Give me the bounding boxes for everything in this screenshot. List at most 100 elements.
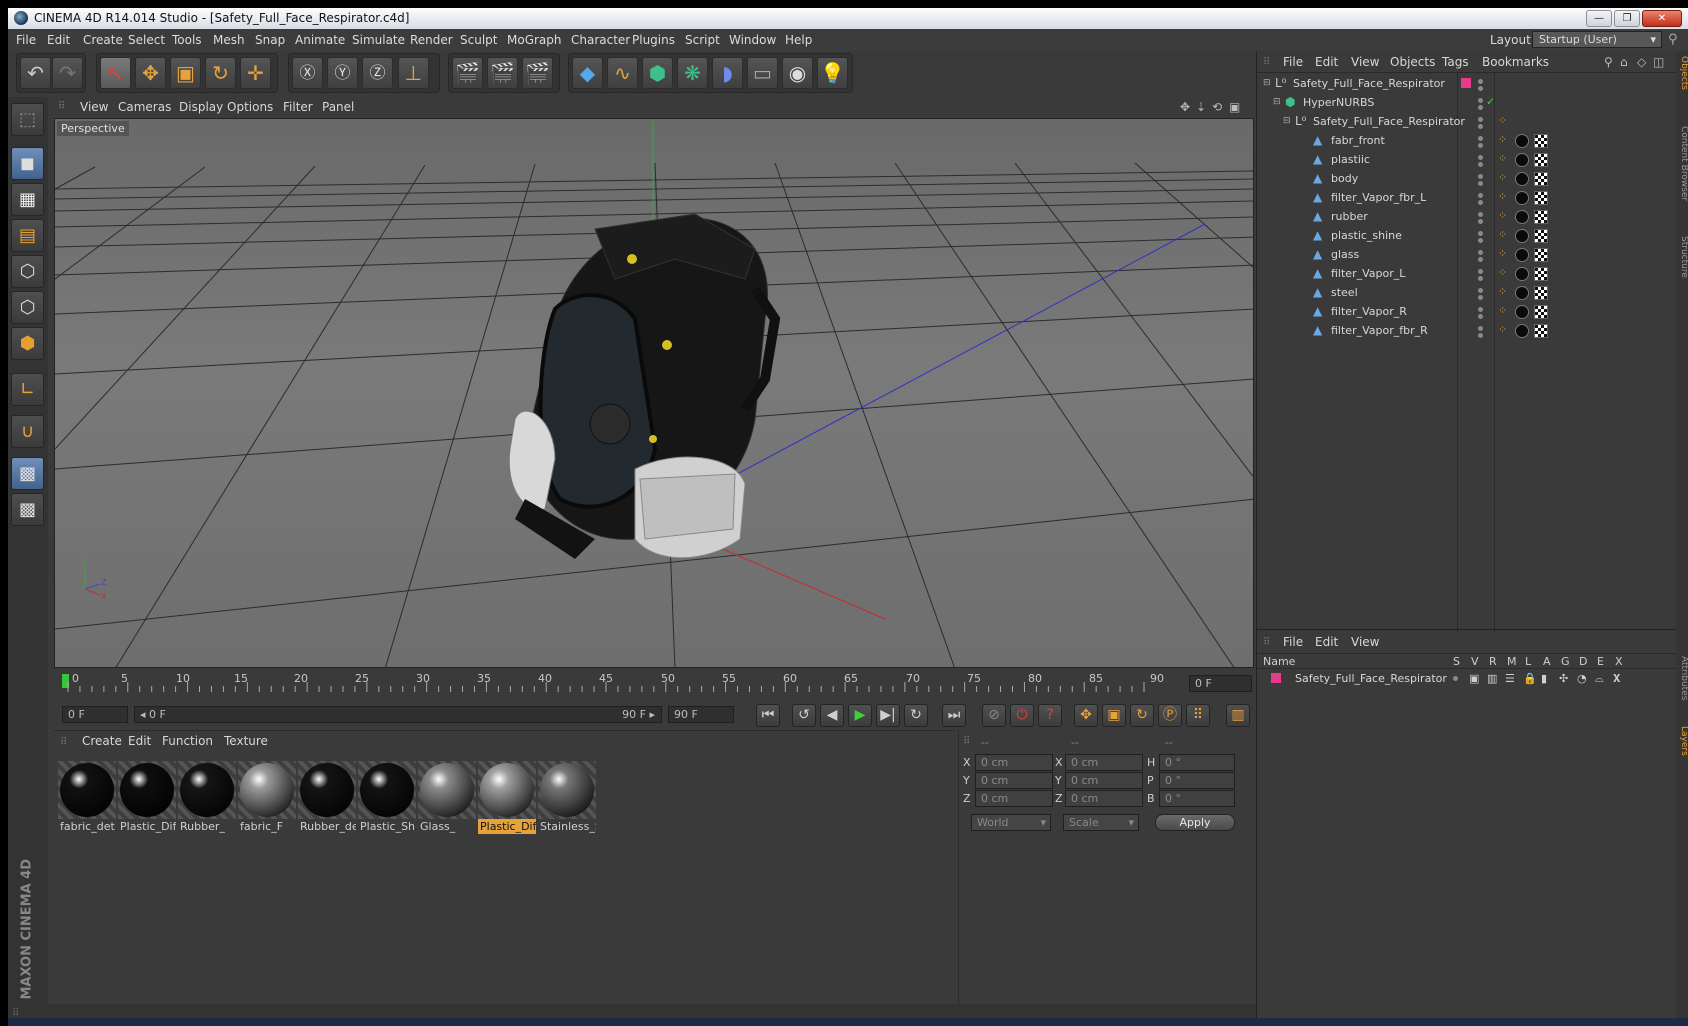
- previous-frame-icon[interactable]: ◀: [820, 704, 844, 727]
- deformers-icon[interactable]: ◔: [1577, 672, 1587, 685]
- render-settings-icon[interactable]: 🎬: [522, 57, 553, 89]
- pan-icon[interactable]: ✥: [1180, 97, 1190, 117]
- rotation-field[interactable]: 0 °: [1159, 772, 1235, 789]
- tab-structure[interactable]: Structure: [1679, 236, 1688, 296]
- menu-window[interactable]: Window: [729, 29, 776, 51]
- material-tag-icon[interactable]: [1515, 210, 1529, 224]
- x-axis-icon[interactable]: Ⓧ: [292, 57, 323, 89]
- material-thumbnail[interactable]: Plastic_Shi: [358, 761, 416, 837]
- editor-visibility-dot[interactable]: [1478, 231, 1483, 236]
- mograph-cloner-icon[interactable]: ❋: [677, 57, 708, 89]
- material-tag-icon[interactable]: [1515, 229, 1529, 243]
- material-thumbnail[interactable]: Plastic_Diff: [118, 761, 176, 837]
- material-tag-icon[interactable]: [1515, 286, 1529, 300]
- material-tag-icon[interactable]: [1515, 324, 1529, 338]
- phong-tag-icon[interactable]: ⁘: [1498, 133, 1507, 146]
- key-scale-icon[interactable]: ▣: [1102, 704, 1126, 727]
- generators-icon[interactable]: ✣: [1559, 672, 1568, 685]
- start-frame-field[interactable]: 0 F: [62, 706, 128, 723]
- points-mode-icon[interactable]: ⬡: [11, 255, 44, 288]
- editor-visibility-dot[interactable]: [1478, 288, 1483, 293]
- object-tree-row[interactable]: ▲ steel ⁘: [1257, 284, 1677, 303]
- menu-script[interactable]: Script: [685, 29, 720, 51]
- close-icon[interactable]: ✕: [1642, 10, 1682, 27]
- end-frame-field[interactable]: 90 F: [668, 706, 734, 723]
- xref-icon[interactable]: 𝐗: [1613, 672, 1620, 686]
- layout-select[interactable]: Startup (User) ▾: [1532, 31, 1662, 48]
- menu-edit[interactable]: Edit: [47, 29, 70, 51]
- uvw-tag-icon[interactable]: [1534, 191, 1548, 205]
- phong-tag-icon[interactable]: ⁘: [1498, 323, 1507, 336]
- slider-right-arrow-icon[interactable]: ▸: [649, 708, 655, 721]
- editor-visibility-dot[interactable]: [1478, 269, 1483, 274]
- render-visibility-dot[interactable]: [1478, 257, 1483, 262]
- editor-visibility-dot[interactable]: [1478, 326, 1483, 331]
- phong-tag-icon[interactable]: ⁘: [1498, 247, 1507, 260]
- phong-tag-icon[interactable]: ⁘: [1498, 266, 1507, 279]
- camera-icon[interactable]: ◉: [782, 57, 813, 89]
- key-parameter-icon[interactable]: Ⓟ: [1158, 704, 1182, 727]
- layer-color-swatch[interactable]: [1461, 78, 1471, 88]
- axis-mode-icon[interactable]: ∟: [11, 373, 44, 406]
- uvw-tag-icon[interactable]: [1534, 210, 1548, 224]
- editor-visibility-dot[interactable]: [1478, 155, 1483, 160]
- viewport-menu-panel[interactable]: Panel: [322, 97, 354, 117]
- object-tree-row[interactable]: ▲ filter_Vapor_R ⁘: [1257, 303, 1677, 322]
- uvw-tag-icon[interactable]: [1534, 286, 1548, 300]
- coordinate-space-select[interactable]: World ▾: [971, 814, 1051, 831]
- slider-left-arrow-icon[interactable]: ◂: [140, 708, 146, 721]
- key-pla-icon[interactable]: ⠿: [1186, 704, 1210, 727]
- uvw-tag-icon[interactable]: [1534, 324, 1548, 338]
- layer-menu-file[interactable]: File: [1283, 632, 1303, 652]
- render-visibility-dot[interactable]: [1478, 105, 1483, 110]
- key-position-icon[interactable]: ✥: [1074, 704, 1098, 727]
- make-editable-icon[interactable]: ⬚: [11, 103, 44, 136]
- enabled-check-icon[interactable]: ✓: [1486, 95, 1495, 108]
- position-field[interactable]: 0 cm: [975, 790, 1053, 807]
- uvw-tag-icon[interactable]: [1534, 153, 1548, 167]
- phong-tag-icon[interactable]: ⁘: [1498, 228, 1507, 241]
- undo-icon[interactable]: ↶: [20, 57, 51, 89]
- new-view-icon[interactable]: ◫: [1653, 52, 1664, 72]
- planar-workplane-icon[interactable]: ▩: [11, 493, 44, 526]
- obj-menu-objects[interactable]: Objects: [1390, 52, 1435, 72]
- lock-icon[interactable]: 🔒: [1523, 672, 1537, 685]
- model-mode-icon[interactable]: ◼: [11, 147, 44, 180]
- menu-snap[interactable]: Snap: [255, 29, 285, 51]
- menu-select[interactable]: Select: [128, 29, 165, 51]
- snap-icon[interactable]: ∪: [11, 415, 44, 448]
- z-axis-icon[interactable]: Ⓩ: [362, 57, 393, 89]
- search-icon[interactable]: ⚲: [1604, 52, 1613, 72]
- orbit-icon[interactable]: ⟲: [1212, 97, 1222, 117]
- position-field[interactable]: 0 cm: [975, 754, 1053, 771]
- object-tree-row[interactable]: ▲ filter_Vapor_fbr_R ⁘: [1257, 322, 1677, 341]
- layer-col-l[interactable]: L: [1525, 655, 1531, 668]
- live-selection-icon[interactable]: ↖: [100, 57, 131, 89]
- obj-menu-edit[interactable]: Edit: [1315, 52, 1338, 72]
- move-icon[interactable]: ✥: [135, 57, 166, 89]
- search-icon[interactable]: ⚲: [1668, 32, 1678, 47]
- layer-col-g[interactable]: G: [1561, 655, 1570, 668]
- material-tag-icon[interactable]: [1515, 172, 1529, 186]
- menu-mograph[interactable]: MoGraph: [507, 29, 562, 51]
- layer-col-s[interactable]: S: [1453, 655, 1460, 668]
- collapse-icon[interactable]: ◇: [1637, 52, 1646, 72]
- render-picture-viewer-icon[interactable]: 🎬: [487, 57, 518, 89]
- obj-menu-view[interactable]: View: [1351, 52, 1379, 72]
- floor-icon[interactable]: ▭: [747, 57, 778, 89]
- editor-visibility-dot[interactable]: [1478, 212, 1483, 217]
- object-tree-row[interactable]: ▲ filter_Vapor_fbr_L ⁘: [1257, 189, 1677, 208]
- material-thumbnail[interactable]: fabric_det: [58, 761, 116, 837]
- restore-icon[interactable]: ❐: [1614, 10, 1640, 27]
- object-tree-row[interactable]: ▲ rubber ⁘: [1257, 208, 1677, 227]
- phong-tag-icon[interactable]: ⁘: [1498, 209, 1507, 222]
- render-visibility-dot[interactable]: [1478, 314, 1483, 319]
- obj-menu-bookmarks[interactable]: Bookmarks: [1482, 52, 1549, 72]
- size-field[interactable]: 0 cm: [1065, 754, 1143, 771]
- rotate-icon[interactable]: ↻: [205, 57, 236, 89]
- menu-file[interactable]: File: [16, 29, 36, 51]
- editor-visibility-dot[interactable]: [1478, 307, 1483, 312]
- layer-col-v[interactable]: V: [1471, 655, 1479, 668]
- obj-menu-tags[interactable]: Tags: [1442, 52, 1469, 72]
- play-icon[interactable]: ▶: [848, 704, 872, 727]
